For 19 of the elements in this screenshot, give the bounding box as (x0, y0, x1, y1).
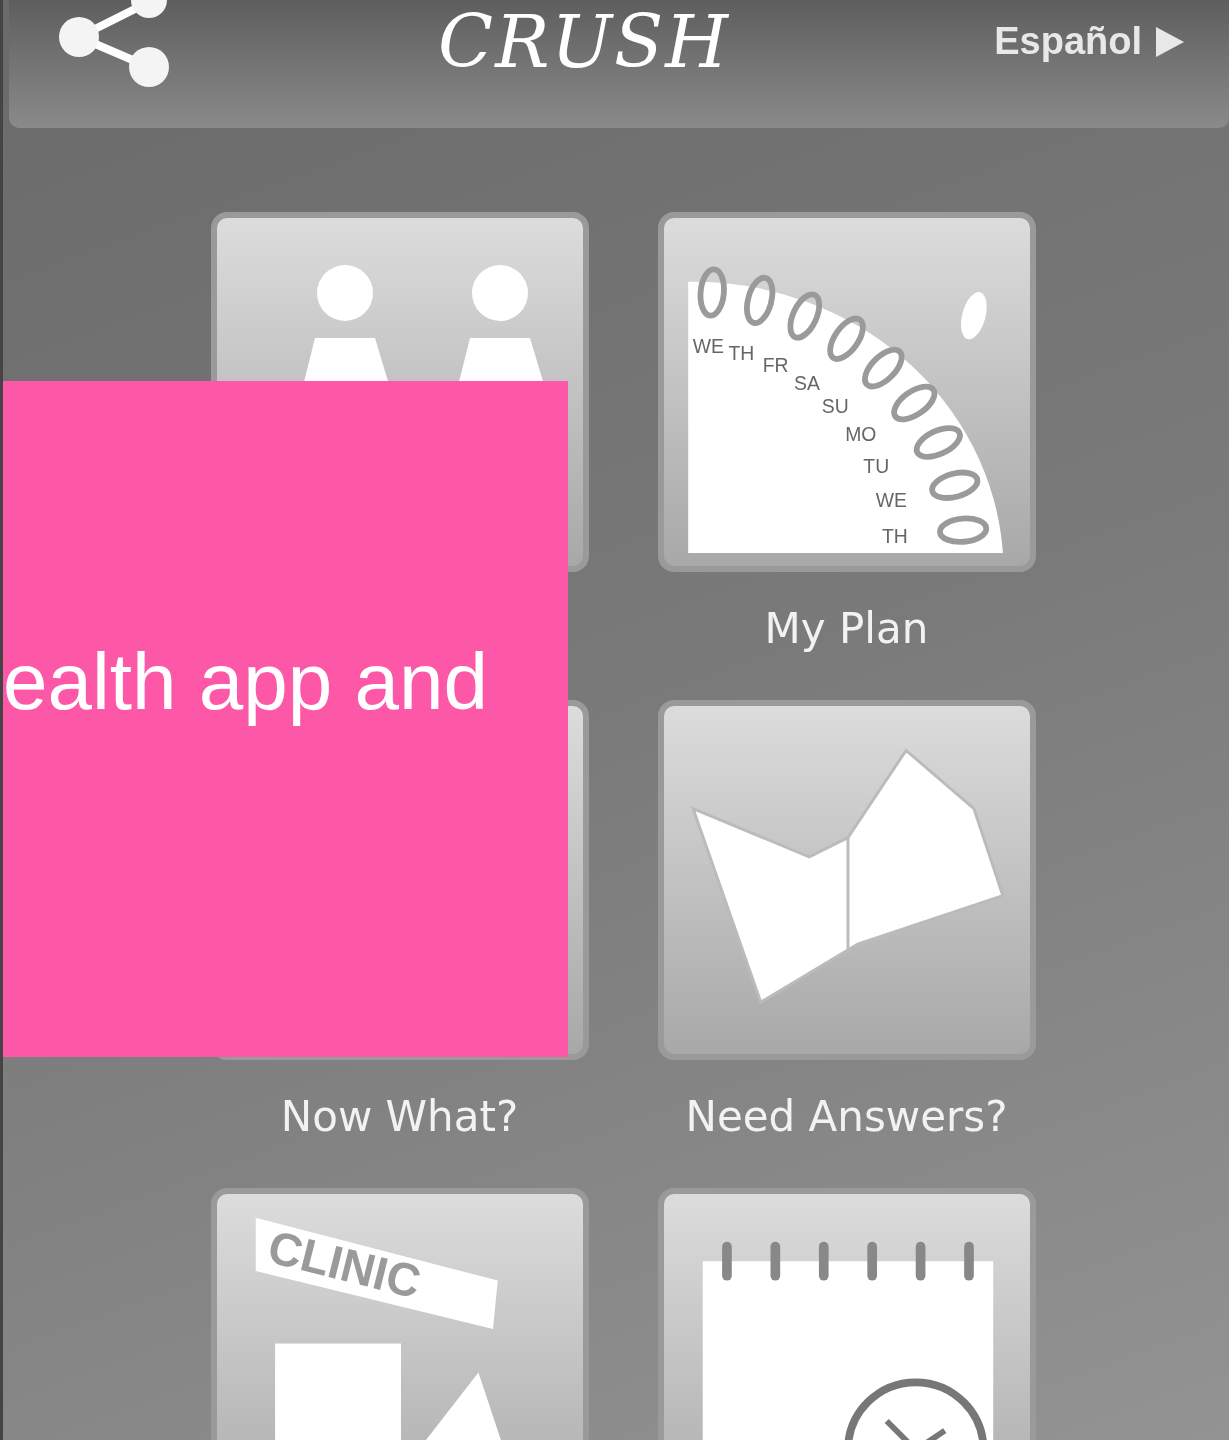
tile-label: Now What? (280, 1092, 519, 1141)
menu-tile[interactable]: WE TH FR SA SU MO TU WE TH (657, 212, 1036, 572)
day-label: WE (692, 335, 724, 358)
day-label: SU (821, 395, 849, 418)
tile-label: Need Answers? (685, 1092, 1008, 1141)
day-label: TU (862, 454, 889, 477)
menu-tile[interactable] (657, 700, 1036, 1060)
language-button[interactable]: Español (994, 20, 1184, 63)
day-label: MO (844, 423, 876, 446)
day-label: TH (728, 341, 754, 364)
day-label: TH (881, 524, 908, 547)
day-label: SA (793, 372, 820, 395)
day-label: FR (762, 353, 788, 376)
banner-text: ealth app and (3, 636, 488, 728)
menu-tile[interactable] (657, 1188, 1036, 1440)
day-label: WE (875, 488, 907, 511)
tile-label: My Plan (764, 604, 929, 653)
play-icon (1156, 26, 1184, 57)
app-logo: CRUSH (438, 2, 731, 82)
